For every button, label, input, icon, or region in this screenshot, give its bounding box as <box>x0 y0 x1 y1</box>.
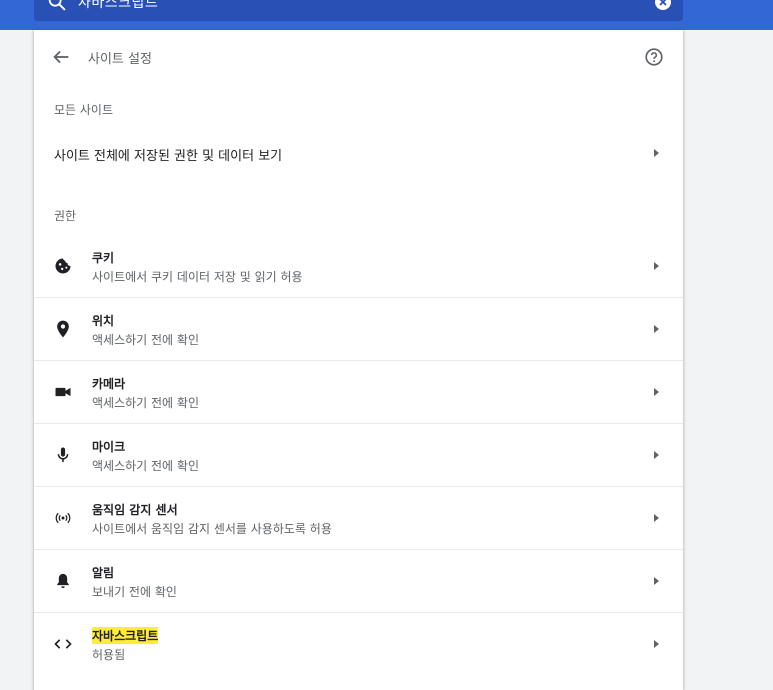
cookie-icon <box>55 258 71 274</box>
clear-search-icon[interactable] <box>655 0 671 10</box>
permission-subtitle: 보내기 전에 확인 <box>92 585 177 599</box>
permissions-list: 쿠키 사이트에서 쿠키 데이터 저장 및 읽기 허용 위치 액세스하기 전에 확… <box>34 235 683 675</box>
chevron-right-icon <box>654 149 659 157</box>
location-icon <box>57 320 69 338</box>
permission-title: 자바스크립트 <box>92 627 159 644</box>
permission-subtitle: 액세스하기 전에 확인 <box>92 333 199 347</box>
permission-row-notifications[interactable]: 알림 보내기 전에 확인 <box>34 549 683 612</box>
permission-title: 마이크 <box>92 440 126 454</box>
search-box[interactable]: 자바스크립트 <box>34 0 683 21</box>
permissions-section-label: 권한 <box>54 209 77 223</box>
all-sites-row-label: 사이트 전체에 저장된 권한 및 데이터 보기 <box>54 149 283 164</box>
permission-row-javascript[interactable]: 자바스크립트 허용됨 <box>34 612 683 675</box>
permission-row-motion-sensors[interactable]: 움직임 감지 센서 사이트에서 움직임 감지 센서를 사용하도록 허용 <box>34 486 683 549</box>
all-sites-section-label: 모든 사이트 <box>54 103 114 117</box>
permission-subtitle: 액세스하기 전에 확인 <box>92 396 199 410</box>
page-title: 사이트 설정 <box>88 52 152 67</box>
permission-title: 알림 <box>92 566 115 580</box>
microphone-icon <box>57 447 69 463</box>
help-icon[interactable] <box>643 46 665 68</box>
chevron-right-icon <box>654 262 659 270</box>
chevron-right-icon <box>654 577 659 585</box>
search-icon <box>48 0 66 11</box>
permission-row-camera[interactable]: 카메라 액세스하기 전에 확인 <box>34 360 683 423</box>
chevron-right-icon <box>654 388 659 396</box>
permission-title: 위치 <box>92 314 115 328</box>
search-input[interactable]: 자바스크립트 <box>78 0 158 12</box>
permission-row-microphone[interactable]: 마이크 액세스하기 전에 확인 <box>34 423 683 486</box>
permission-title: 쿠키 <box>92 251 115 265</box>
permission-subtitle: 사이트에서 쿠키 데이터 저장 및 읽기 허용 <box>92 270 303 284</box>
code-icon <box>54 639 72 649</box>
chevron-right-icon <box>654 325 659 333</box>
camera-icon <box>55 387 71 397</box>
all-sites-row[interactable]: 사이트 전체에 저장된 권한 및 데이터 보기 <box>34 135 683 171</box>
permission-title: 움직임 감지 센서 <box>92 503 178 517</box>
permission-row-location[interactable]: 위치 액세스하기 전에 확인 <box>34 297 683 360</box>
top-bar: 자바스크립트 <box>0 0 773 30</box>
chevron-right-icon <box>654 514 659 522</box>
chevron-right-icon <box>654 451 659 459</box>
bell-icon <box>57 573 69 589</box>
permission-subtitle: 사이트에서 움직임 감지 센서를 사용하도록 허용 <box>92 522 332 536</box>
page-header: 사이트 설정 <box>34 30 683 84</box>
permission-title: 카메라 <box>92 377 126 391</box>
back-arrow-icon[interactable] <box>50 46 72 68</box>
permission-row-cookies[interactable]: 쿠키 사이트에서 쿠키 데이터 저장 및 읽기 허용 <box>34 235 683 297</box>
chevron-right-icon <box>654 640 659 648</box>
permission-subtitle: 허용됨 <box>92 648 126 662</box>
site-settings-card: 사이트 설정 모든 사이트 사이트 전체에 저장된 권한 및 데이터 보기 권한… <box>34 30 683 690</box>
motion-sensor-icon <box>55 512 71 524</box>
permission-subtitle: 액세스하기 전에 확인 <box>92 459 199 473</box>
